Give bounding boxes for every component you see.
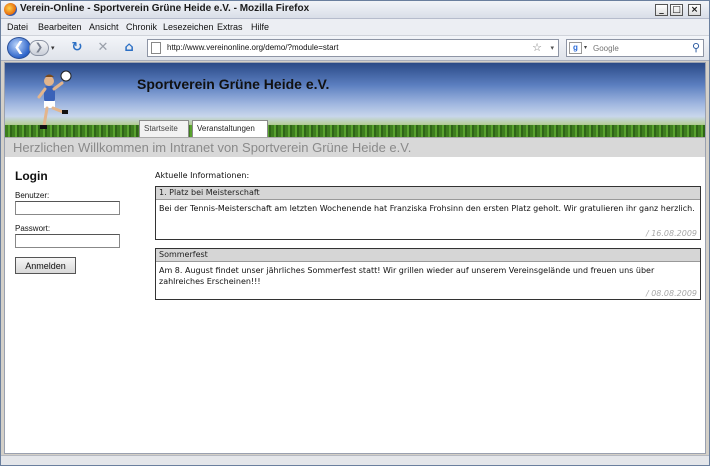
google-engine-icon[interactable]: g xyxy=(569,42,582,54)
news-item-date: / 08.08.2009 xyxy=(645,289,697,298)
back-button[interactable]: ❮ xyxy=(7,37,31,59)
title-bar[interactable]: Verein-Online - Sportverein Grüne Heide … xyxy=(1,1,709,19)
news-item: 1. Platz bei Meisterschaft Bei der Tenni… xyxy=(155,186,701,240)
news-heading: Aktuelle Informationen: xyxy=(155,171,250,180)
news-item-title: Sommerfest xyxy=(156,249,700,262)
grass-banner xyxy=(5,125,705,137)
login-heading: Login xyxy=(15,169,48,183)
login-button[interactable]: Anmelden xyxy=(15,257,76,274)
site-header: Sportverein Grüne Heide e.V. Startseite … xyxy=(5,63,705,137)
search-input[interactable] xyxy=(593,42,685,54)
forward-button[interactable]: ❯ xyxy=(29,40,49,56)
menu-extras[interactable]: Extras xyxy=(217,22,243,32)
tab-startseite[interactable]: Startseite xyxy=(139,120,189,137)
news-item-body: Am 8. August findet unser jährliches Som… xyxy=(159,266,655,286)
news-item: Sommerfest Am 8. August findet unser jäh… xyxy=(155,248,701,300)
password-label: Passwort: xyxy=(15,224,51,233)
username-input[interactable] xyxy=(15,201,120,215)
search-bar[interactable]: g ▾ ⚲ xyxy=(566,39,704,57)
bookmark-star-icon[interactable]: ☆ xyxy=(532,41,542,54)
maximize-button[interactable]: □ xyxy=(670,4,683,16)
news-item-title: 1. Platz bei Meisterschaft xyxy=(156,187,700,200)
url-dropdown-icon[interactable]: ▾ xyxy=(550,44,554,52)
firefox-icon xyxy=(4,3,17,16)
close-button[interactable]: × xyxy=(688,4,701,16)
login-form: Login Benutzer: Passwort: Anmelden xyxy=(15,169,135,274)
search-engine-dropdown-icon[interactable]: ▾ xyxy=(584,44,587,51)
welcome-bar: Herzlichen Willkommen im Intranet von Sp… xyxy=(5,137,705,157)
menu-ansicht[interactable]: Ansicht xyxy=(89,22,119,32)
window-title: Verein-Online - Sportverein Grüne Heide … xyxy=(20,3,310,14)
browser-window: Verein-Online - Sportverein Grüne Heide … xyxy=(0,0,710,466)
menu-chronik[interactable]: Chronik xyxy=(126,22,157,32)
status-bar xyxy=(1,455,709,465)
minimize-button[interactable]: _ xyxy=(655,4,668,16)
menu-datei[interactable]: Datei xyxy=(7,22,28,32)
welcome-text: Herzlichen Willkommen im Intranet von Sp… xyxy=(13,140,412,155)
news-item-body: Bei der Tennis-Meisterschaft am letzten … xyxy=(159,204,695,213)
menu-hilfe[interactable]: Hilfe xyxy=(251,22,269,32)
menu-bar: Datei Bearbeiten Ansicht Chronik Lesezei… xyxy=(1,19,709,36)
soccer-player-image xyxy=(37,70,72,129)
tab-veranstaltungen[interactable]: Veranstaltungen xyxy=(192,120,268,137)
news-item-date: / 16.08.2009 xyxy=(645,229,697,238)
page-viewport: Sportverein Grüne Heide e.V. Startseite … xyxy=(4,62,706,454)
reload-icon[interactable]: ↻ xyxy=(69,40,85,56)
search-icon[interactable]: ⚲ xyxy=(692,41,700,54)
home-icon[interactable]: ⌂ xyxy=(121,40,137,56)
username-label: Benutzer: xyxy=(15,191,50,200)
menu-lesezeichen[interactable]: Lesezeichen xyxy=(163,22,214,32)
menu-bearbeiten[interactable]: Bearbeiten xyxy=(38,22,82,32)
history-dropdown-icon[interactable]: ▾ xyxy=(51,44,55,52)
navigation-toolbar: ❮ ❯ ▾ ↻ ✕ ⌂ http://www.vereinonline.org/… xyxy=(1,36,709,61)
url-text[interactable]: http://www.vereinonline.org/demo/?module… xyxy=(167,43,338,52)
page-icon xyxy=(151,42,161,54)
url-bar[interactable]: http://www.vereinonline.org/demo/?module… xyxy=(147,39,559,57)
site-title: Sportverein Grüne Heide e.V. xyxy=(137,76,330,92)
stop-icon[interactable]: ✕ xyxy=(95,40,111,56)
password-input[interactable] xyxy=(15,234,120,248)
